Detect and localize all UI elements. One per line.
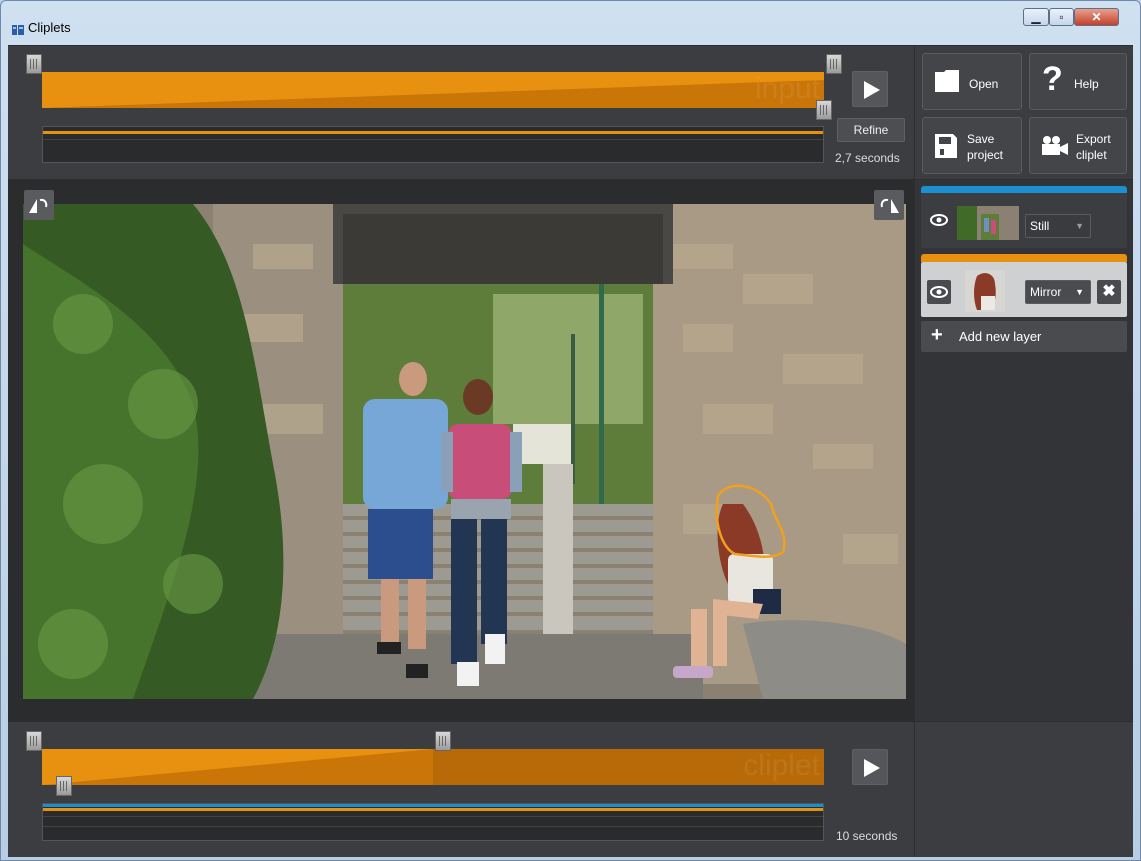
title-bar: Cliplets ▁ ▫ ✕ [0, 0, 1141, 44]
add-layer-label: Add new layer [959, 329, 1042, 344]
input-end-handle[interactable] [826, 54, 842, 74]
help-button[interactable]: ? Help [1029, 53, 1127, 110]
plus-icon: + [931, 324, 943, 346]
video-camera-icon [1042, 136, 1068, 155]
help-icon: ? [1042, 60, 1063, 98]
app-logo-icon [12, 25, 24, 35]
input-range-bar[interactable]: input [42, 72, 824, 108]
open-label: Open [969, 77, 999, 91]
layer-card-still[interactable]: Still ▼ [921, 186, 1127, 248]
window-title: Cliplets [28, 20, 71, 35]
play-icon [864, 759, 880, 777]
flip-left-icon [29, 198, 48, 213]
input-range-wedge [42, 80, 824, 108]
output-start-handle[interactable] [26, 731, 42, 751]
layer-thumbnail [965, 270, 1005, 312]
save-label-line1: Save [967, 132, 995, 146]
input-duration: 2,7 seconds [835, 151, 900, 165]
layer-mode-value: Mirror [1030, 285, 1062, 299]
input-start-handle[interactable] [26, 54, 42, 74]
help-label: Help [1074, 77, 1099, 91]
bottom-right-panel [915, 722, 1133, 857]
chevron-down-icon: ▼ [1075, 221, 1084, 231]
close-button[interactable]: ✕ [1074, 8, 1119, 26]
input-play-button[interactable] [852, 71, 888, 107]
rotate-right-button[interactable] [874, 190, 904, 220]
output-speed-handle[interactable] [56, 776, 72, 796]
export-label-line1: Export [1076, 132, 1111, 146]
divider [43, 816, 823, 817]
input-speed-handle[interactable] [816, 100, 832, 120]
layer-thumbnail [957, 206, 1019, 240]
export-label-line2: cliplet [1076, 148, 1107, 162]
chevron-down-icon: ▼ [1075, 287, 1084, 297]
layer-mode-select[interactable]: Still ▼ [1025, 214, 1091, 238]
save-label-line2: project [967, 148, 1004, 162]
open-button[interactable]: Open [922, 53, 1022, 110]
output-range-wedge [42, 749, 824, 785]
floppy-disk-icon [935, 134, 957, 158]
minimize-button[interactable]: ▁ [1023, 8, 1049, 26]
output-watermark: cliplet [743, 749, 820, 782]
layer-mode-select[interactable]: Mirror ▼ [1025, 280, 1091, 304]
divider [43, 139, 823, 140]
layer-mode-value: Still [1030, 219, 1050, 233]
close-icon: ✖ [1102, 283, 1116, 300]
output-frames-track[interactable] [42, 803, 824, 841]
output-layer-bar-mirror [43, 808, 823, 811]
video-preview[interactable] [23, 204, 906, 699]
flip-right-icon [880, 198, 899, 213]
divider [43, 826, 823, 827]
output-layer-bar-still [43, 804, 823, 807]
layer-body [921, 193, 1127, 248]
refine-button[interactable]: Refine [837, 118, 905, 142]
layer-visibility-toggle[interactable] [927, 280, 951, 304]
output-loop-handle[interactable] [435, 731, 451, 751]
video-frame-illustration [23, 204, 906, 699]
save-project-button[interactable]: Save project [922, 117, 1022, 174]
output-duration: 10 seconds [836, 829, 898, 843]
input-frames-bar [43, 131, 823, 134]
play-icon [864, 81, 880, 99]
export-cliplet-button[interactable]: Export cliplet [1029, 117, 1127, 174]
output-range-bar[interactable]: cliplet [42, 749, 824, 785]
folder-icon [935, 70, 959, 92]
layer-accent-bar [921, 254, 1127, 262]
layer-card-mirror[interactable]: Mirror ▼ ✖ [921, 254, 1127, 317]
delete-layer-button[interactable]: ✖ [1097, 280, 1121, 304]
eye-icon [930, 286, 948, 298]
maximize-button[interactable]: ▫ [1049, 8, 1074, 26]
eye-icon [930, 214, 948, 226]
layer-visibility-toggle[interactable] [929, 210, 949, 230]
rotate-left-button[interactable] [24, 190, 54, 220]
output-play-button[interactable] [852, 749, 888, 785]
input-watermark: input [754, 72, 820, 105]
layer-accent-bar [921, 186, 1127, 193]
input-frames-track[interactable] [42, 126, 824, 163]
add-new-layer-button[interactable]: + Add new layer [921, 321, 1127, 352]
